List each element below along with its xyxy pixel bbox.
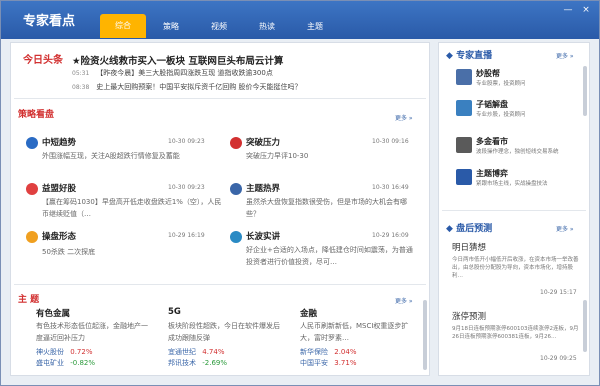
avatar[interactable]	[456, 169, 472, 185]
avatar[interactable]	[456, 69, 472, 85]
topic-desc: 有色技术形态低位起涨，金融地产一度逼近回补压力	[36, 322, 148, 342]
expert-info: 波段操作理念，独创短线交易系统	[476, 149, 559, 155]
trend-icon	[26, 137, 38, 149]
topic-title[interactable]: 金融	[300, 307, 317, 319]
wave-icon	[230, 231, 242, 243]
strategy-item-time: 10-29 16:19	[168, 232, 205, 239]
strategy-item-time: 10-30 09:23	[168, 184, 205, 191]
stock-row[interactable]: 宜通世纪 4.74%	[168, 347, 224, 357]
topic-title[interactable]: 5G	[168, 307, 181, 317]
tab-video[interactable]: 视频	[196, 16, 242, 38]
forecast-title[interactable]: 明日猜想	[452, 241, 486, 253]
window-controls: — ×	[563, 5, 591, 15]
forecast-time: 10-29 09:25	[540, 355, 577, 362]
divider	[14, 98, 426, 99]
strategy-item-desc: 50杀跌 二次探底	[42, 248, 96, 256]
topics-header: 主 题	[18, 295, 40, 305]
news-time: 05:31	[72, 70, 90, 77]
stock-row[interactable]: 神火股份 0.72%	[36, 347, 92, 357]
tab-hot-reads[interactable]: 热读	[244, 16, 290, 38]
stock-row[interactable]: 邦讯技术 -2.69%	[168, 358, 227, 368]
today-label: 今日头条	[23, 55, 63, 66]
strategy-header: 策略看盘	[18, 110, 55, 120]
live-more-link[interactable]: 更多 »	[556, 51, 574, 60]
strategy-item-title[interactable]: 益盟好股	[42, 182, 76, 194]
divider	[14, 284, 426, 285]
strategy-item-time: 10-30 09:23	[168, 138, 205, 145]
main-scrollbar[interactable]	[423, 300, 427, 370]
strategy-item-time: 10-30 09:16	[372, 138, 409, 145]
minimize-button[interactable]: —	[563, 5, 573, 15]
forecast-header: ◆ 盘后预测	[446, 224, 493, 234]
strategy-item-desc: 好企业+合适的入场点，降低建仓时间如震荡，为普通投资者进行价值投资，尽可…	[246, 246, 413, 266]
expert-info: 紧跟市场主线，实战操盘技法	[476, 181, 548, 187]
topic-desc: 板块阶段性超跌，今日在软件爆发后成功跟随反弹	[168, 322, 280, 342]
strategy-item-title[interactable]: 中短趋势	[42, 136, 76, 148]
news-time: 08:38	[72, 84, 90, 91]
theme-icon	[230, 183, 242, 195]
topics-more-link[interactable]: 更多 »	[395, 296, 413, 305]
today-headline[interactable]: ★险资火线救市买入一板块 互联网巨头布局云计算	[72, 53, 283, 67]
strategy-item-title[interactable]: 突破压力	[246, 136, 280, 148]
pressure-icon	[230, 137, 242, 149]
forecast-more-link[interactable]: 更多 »	[556, 224, 574, 233]
stock-row[interactable]: 中国平安 3.71%	[300, 358, 356, 368]
tab-comprehensive[interactable]: 综合	[100, 14, 146, 38]
close-button[interactable]: ×	[581, 5, 591, 15]
stock-row[interactable]: 新华保险 2.04%	[300, 347, 356, 357]
strategy-item-title[interactable]: 操盘形态	[42, 230, 76, 242]
forecast-desc: 9月18日连板预期涨停600103连续涨停2连板，9月26日连板预期涨停6003…	[452, 326, 579, 340]
avatar[interactable]	[456, 137, 472, 153]
news-item[interactable]: 08:38 史上最大回购预案！中国平安拟斥资千亿回购 股价今天能挺住吗？	[72, 82, 301, 92]
strategy-item-desc: 【赢在筹码1030】早盘高开低走收盘跌近1%（空），人民币继续贬值（…	[42, 198, 222, 218]
expert-name[interactable]: 主题博弈	[476, 168, 508, 179]
divider	[442, 210, 586, 211]
app-title: 专家看点	[23, 14, 76, 29]
good-stock-icon	[26, 183, 38, 195]
expert-name[interactable]: 子韬解盘	[476, 99, 508, 110]
strategy-item-desc: 虽然杀大盘恢复指数很受伤，但是市场的大机会有哪些？	[246, 198, 407, 218]
strategy-item-title[interactable]: 长波实讲	[246, 230, 280, 242]
strategy-item-desc: 外围涨幅互现，关注A股超跌行情修复及蓄能	[42, 152, 180, 160]
avatar[interactable]	[456, 100, 472, 116]
strategy-item-time: 10-29 16:09	[372, 232, 409, 239]
tab-topics[interactable]: 主题	[292, 16, 338, 38]
strategy-item-time: 10-30 16:49	[372, 184, 409, 191]
live-scrollbar[interactable]	[583, 66, 587, 116]
expert-name[interactable]: 多金看市	[476, 136, 508, 147]
forecast-scrollbar[interactable]	[583, 300, 587, 352]
expert-info: 专业股票，投资顾问	[476, 81, 526, 87]
forecast-title[interactable]: 涨停预测	[452, 310, 486, 322]
stock-row[interactable]: 盛屯矿业 -0.82%	[36, 358, 95, 368]
live-header: ◆ 专家直播	[446, 51, 493, 61]
expert-name[interactable]: 妙股帮	[476, 68, 500, 79]
forecast-time: 10-29 15:17	[540, 289, 577, 296]
news-text: 史上最大回购预案！中国平安拟斥资千亿回购 股价今天能挺住吗？	[96, 83, 302, 91]
pattern-icon	[26, 231, 38, 243]
expert-info: 专业炒股，投资顾问	[476, 112, 526, 118]
topic-desc: 人民币刷新新低，MSCI权重逐步扩大，富时罗素…	[300, 322, 409, 342]
news-text: 【昨夜今晨】美三大股指周四涨跌互现 道指收跌逾300点	[96, 69, 273, 77]
tab-strategy[interactable]: 策略	[148, 16, 194, 38]
strategy-item-desc: 突破压力早评10-30	[246, 152, 309, 160]
strategy-more-link[interactable]: 更多 »	[395, 113, 413, 122]
strategy-item-title[interactable]: 主题热界	[246, 182, 280, 194]
topic-title[interactable]: 有色金属	[36, 307, 70, 319]
news-item[interactable]: 05:31 【昨夜今晨】美三大股指周四涨跌互现 道指收跌逾300点	[72, 68, 273, 78]
forecast-desc: 今日两市低开小幅低开后收涨，在资本市场一举改善出，由总股份分配股为导向，资本市场…	[452, 257, 579, 279]
